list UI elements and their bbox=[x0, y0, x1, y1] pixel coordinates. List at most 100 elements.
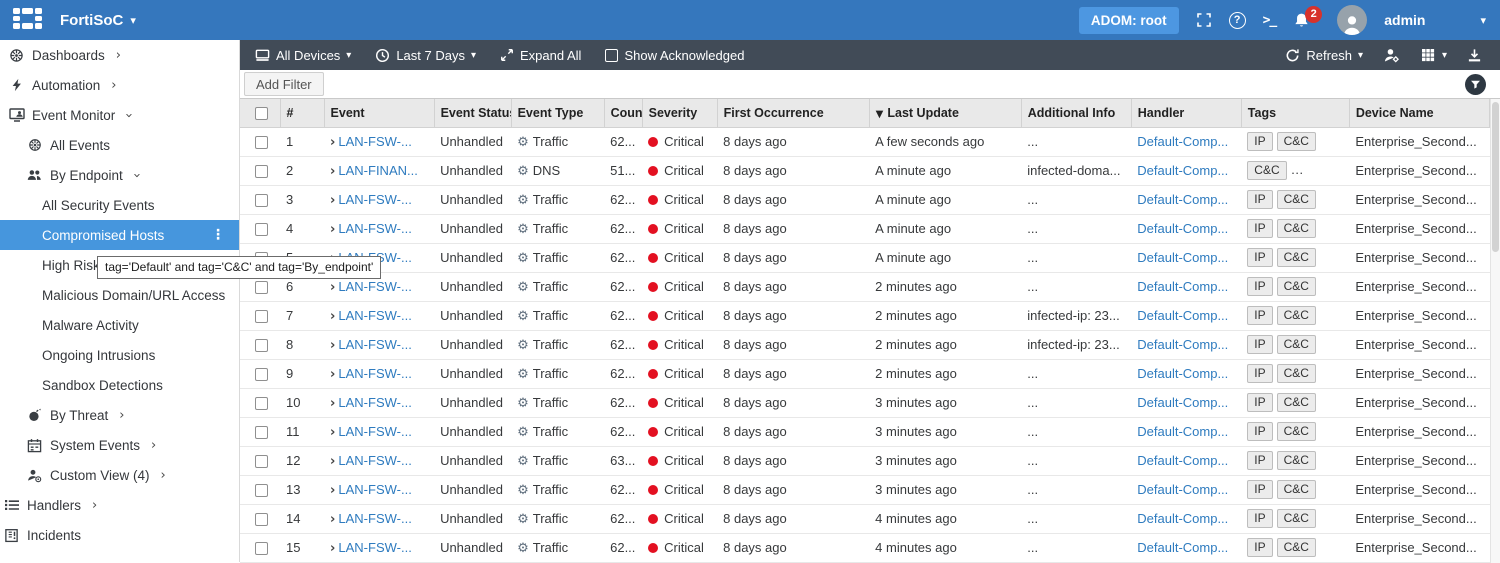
table-row[interactable]: 12›LAN-FSW-...Unhandled⚙Traffic63...Crit… bbox=[240, 446, 1490, 475]
handler-link[interactable]: Default-Comp... bbox=[1137, 482, 1228, 497]
event-link[interactable]: LAN-FSW-... bbox=[338, 279, 411, 294]
expand-row-icon[interactable]: › bbox=[330, 164, 335, 179]
time-range-button[interactable]: Last 7 Days ▾ bbox=[375, 48, 476, 63]
chevron-down-icon[interactable]: ▾ bbox=[1480, 15, 1486, 26]
expand-row-icon[interactable]: › bbox=[330, 483, 335, 498]
col-header-severity[interactable]: Severity bbox=[642, 99, 717, 127]
table-row[interactable]: 1›LAN-FSW-...Unhandled⚙Traffic62...Criti… bbox=[240, 127, 1490, 156]
sidebar-item-handlers[interactable]: Handlers› bbox=[0, 490, 239, 520]
col-header-event-status[interactable]: Event Status bbox=[434, 99, 511, 127]
scrollbar-thumb[interactable] bbox=[1492, 102, 1499, 252]
expand-row-icon[interactable]: › bbox=[330, 222, 335, 237]
expand-row-icon[interactable]: › bbox=[330, 193, 335, 208]
handler-link[interactable]: Default-Comp... bbox=[1137, 221, 1228, 236]
sidebar-item-sandbox-detections[interactable]: Sandbox Detections bbox=[0, 370, 239, 400]
refresh-button[interactable]: Refresh ▾ bbox=[1285, 48, 1363, 63]
event-link[interactable]: LAN-FSW-... bbox=[338, 453, 411, 468]
handler-link[interactable]: Default-Comp... bbox=[1137, 279, 1228, 294]
table-row[interactable]: 15›LAN-FSW-...Unhandled⚙Traffic62...Crit… bbox=[240, 533, 1490, 562]
expand-row-icon[interactable]: › bbox=[330, 512, 335, 527]
table-row[interactable]: 8›LAN-FSW-...Unhandled⚙Traffic62...Criti… bbox=[240, 330, 1490, 359]
show-acknowledged-toggle[interactable]: Show Acknowledged bbox=[605, 48, 744, 63]
col-header-first-occurrence[interactable]: First Occurrence bbox=[717, 99, 869, 127]
row-checkbox[interactable] bbox=[255, 542, 268, 555]
table-row[interactable]: 6›LAN-FSW-...Unhandled⚙Traffic62...Criti… bbox=[240, 272, 1490, 301]
vertical-scrollbar[interactable] bbox=[1490, 99, 1500, 563]
help-icon[interactable]: ? bbox=[1229, 12, 1246, 29]
adom-selector-button[interactable]: ADOM: root bbox=[1079, 7, 1179, 34]
event-link[interactable]: LAN-FINAN... bbox=[338, 163, 417, 178]
row-checkbox[interactable] bbox=[255, 136, 268, 149]
row-checkbox[interactable] bbox=[255, 513, 268, 526]
table-row[interactable]: 5›LAN-FSW-...Unhandled⚙Traffic62...Criti… bbox=[240, 243, 1490, 272]
sidebar-item-malicious-domain-url-access[interactable]: Malicious Domain/URL Access bbox=[0, 280, 239, 310]
row-checkbox[interactable] bbox=[255, 455, 268, 468]
handler-link[interactable]: Default-Comp... bbox=[1137, 163, 1228, 178]
row-checkbox[interactable] bbox=[255, 368, 268, 381]
sidebar-item-malware-activity[interactable]: Malware Activity bbox=[0, 310, 239, 340]
sidebar-item-dashboards[interactable]: Dashboards› bbox=[0, 40, 239, 70]
handler-link[interactable]: Default-Comp... bbox=[1137, 366, 1228, 381]
cli-console-icon[interactable]: >_ bbox=[1263, 13, 1277, 28]
row-checkbox[interactable] bbox=[255, 484, 268, 497]
handler-link[interactable]: Default-Comp... bbox=[1137, 511, 1228, 526]
row-checkbox[interactable] bbox=[255, 165, 268, 178]
sidebar-item-automation[interactable]: Automation› bbox=[0, 70, 239, 100]
table-row[interactable]: 7›LAN-FSW-...Unhandled⚙Traffic62...Criti… bbox=[240, 301, 1490, 330]
table-row[interactable]: 10›LAN-FSW-...Unhandled⚙Traffic62...Crit… bbox=[240, 388, 1490, 417]
notifications-button[interactable]: 2 bbox=[1293, 12, 1310, 29]
col-header-count[interactable]: Count bbox=[604, 99, 642, 127]
expand-row-icon[interactable]: › bbox=[330, 425, 335, 440]
col-header-tags[interactable]: Tags bbox=[1241, 99, 1349, 127]
expand-all-button[interactable]: Expand All bbox=[500, 48, 581, 63]
avatar[interactable] bbox=[1337, 5, 1367, 35]
row-checkbox[interactable] bbox=[255, 310, 268, 323]
expand-row-icon[interactable]: › bbox=[330, 309, 335, 324]
event-link[interactable]: LAN-FSW-... bbox=[338, 308, 411, 323]
event-link[interactable]: LAN-FSW-... bbox=[338, 192, 411, 207]
handler-link[interactable]: Default-Comp... bbox=[1137, 424, 1228, 439]
event-link[interactable]: LAN-FSW-... bbox=[338, 482, 411, 497]
handler-link[interactable]: Default-Comp... bbox=[1137, 134, 1228, 149]
sidebar-item-all-security-events[interactable]: All Security Events bbox=[0, 190, 239, 220]
sidebar-item-by-endpoint[interactable]: By Endpoint› bbox=[0, 160, 239, 190]
expand-row-icon[interactable]: › bbox=[330, 396, 335, 411]
select-all-header[interactable] bbox=[240, 99, 280, 127]
handler-link[interactable]: Default-Comp... bbox=[1137, 395, 1228, 410]
expand-row-icon[interactable]: › bbox=[330, 367, 335, 382]
row-checkbox[interactable] bbox=[255, 426, 268, 439]
expand-row-icon[interactable]: › bbox=[330, 280, 335, 295]
row-checkbox[interactable] bbox=[255, 194, 268, 207]
row-checkbox[interactable] bbox=[255, 281, 268, 294]
col-header-event[interactable]: Event bbox=[324, 99, 434, 127]
assign-button[interactable] bbox=[1383, 47, 1400, 64]
event-link[interactable]: LAN-FSW-... bbox=[338, 424, 411, 439]
col-header-handler[interactable]: Handler bbox=[1131, 99, 1241, 127]
sidebar-item-incidents[interactable]: Incidents bbox=[0, 520, 239, 550]
event-link[interactable]: LAN-FSW-... bbox=[338, 511, 411, 526]
col-header-event-type[interactable]: Event Type bbox=[511, 99, 604, 127]
expand-row-icon[interactable]: › bbox=[330, 338, 335, 353]
handler-link[interactable]: Default-Comp... bbox=[1137, 453, 1228, 468]
table-row[interactable]: 3›LAN-FSW-...Unhandled⚙Traffic62...Criti… bbox=[240, 185, 1490, 214]
event-link[interactable]: LAN-FSW-... bbox=[338, 366, 411, 381]
sidebar-item-by-threat[interactable]: By Threat› bbox=[0, 400, 239, 430]
sidebar-item-event-monitor[interactable]: Event Monitor› bbox=[0, 100, 239, 130]
event-link[interactable]: LAN-FSW-... bbox=[338, 337, 411, 352]
event-link[interactable]: LAN-FSW-... bbox=[338, 395, 411, 410]
table-row[interactable]: 14›LAN-FSW-...Unhandled⚙Traffic62...Crit… bbox=[240, 504, 1490, 533]
filter-toggle-button[interactable] bbox=[1465, 74, 1486, 95]
fullscreen-icon[interactable] bbox=[1196, 12, 1212, 28]
sidebar-item-ongoing-intrusions[interactable]: Ongoing Intrusions bbox=[0, 340, 239, 370]
handler-link[interactable]: Default-Comp... bbox=[1137, 192, 1228, 207]
table-row[interactable]: 2›LAN-FINAN...Unhandled⚙DNS51...Critical… bbox=[240, 156, 1490, 185]
col-header-device-name[interactable]: Device Name bbox=[1349, 99, 1489, 127]
table-row[interactable]: 4›LAN-FSW-...Unhandled⚙Traffic62...Criti… bbox=[240, 214, 1490, 243]
handler-link[interactable]: Default-Comp... bbox=[1137, 250, 1228, 265]
col-header-[interactable]: # bbox=[280, 99, 324, 127]
expand-row-icon[interactable]: › bbox=[330, 454, 335, 469]
expand-row-icon[interactable]: › bbox=[330, 135, 335, 150]
table-row[interactable]: 13›LAN-FSW-...Unhandled⚙Traffic62...Crit… bbox=[240, 475, 1490, 504]
add-filter-button[interactable]: Add Filter bbox=[244, 72, 324, 96]
kebab-menu-icon[interactable]: ⋮ bbox=[211, 226, 225, 245]
